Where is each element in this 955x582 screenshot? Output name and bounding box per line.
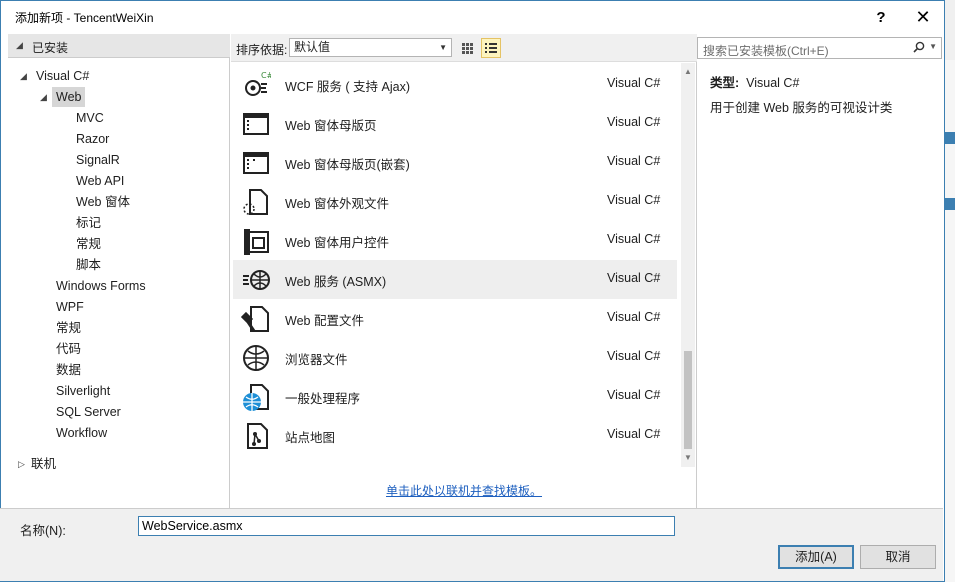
cancel-button[interactable]: 取消 — [860, 545, 936, 569]
tree-item[interactable]: WPF — [56, 297, 84, 317]
close-button[interactable]: ✕ — [905, 5, 941, 29]
template-row[interactable]: Web 配置文件 Visual C# — [233, 299, 677, 338]
tree-item[interactable]: MVC — [76, 108, 104, 128]
template-name: Web 窗体外观文件 — [285, 197, 389, 211]
grid-view-icon — [461, 42, 473, 54]
nested-master-page-icon — [243, 152, 269, 174]
template-row[interactable]: Web 窗体外观文件 Visual C# — [233, 182, 677, 221]
tree-item[interactable]: 标记 — [76, 213, 101, 233]
window-title: 添加新项 - TencentWeiXin — [15, 11, 154, 25]
chevron-down-icon[interactable]: ▼ — [929, 42, 937, 51]
tree-item[interactable]: Razor — [76, 129, 109, 149]
tree-item[interactable]: 常规 — [76, 234, 101, 254]
sort-dropdown-value: 默认值 — [294, 40, 331, 54]
tree-item[interactable]: Web API — [76, 171, 124, 191]
template-name: Web 窗体母版页 — [285, 119, 377, 133]
collapse-triangle-icon[interactable]: ◢ — [20, 66, 27, 86]
tree-item[interactable]: 脚本 — [76, 255, 101, 275]
collapse-triangle-icon: ◢ — [16, 40, 23, 50]
browser-file-icon — [243, 345, 269, 371]
sort-label: 排序依据: — [236, 43, 288, 57]
tree-item[interactable]: SignalR — [76, 150, 120, 170]
title-bar: 添加新项 - TencentWeiXin ? ✕ — [1, 1, 944, 33]
small-icons-view-button[interactable] — [457, 38, 477, 58]
template-language: Visual C# — [607, 232, 661, 246]
list-view-button[interactable] — [481, 38, 501, 58]
template-name: 站点地图 — [285, 431, 336, 445]
template-list-scrollbar[interactable]: ▲ ▼ — [681, 63, 695, 467]
user-control-icon — [244, 229, 269, 255]
tree-item[interactable]: Workflow — [56, 423, 107, 443]
collapse-triangle-icon[interactable]: ◢ — [40, 87, 47, 107]
name-field[interactable] — [138, 516, 675, 536]
online-templates-link[interactable]: 单击此处以联机并查找模板。 — [386, 482, 542, 499]
tree-item[interactable]: Silverlight — [56, 381, 110, 401]
svg-text:C#: C# — [261, 71, 271, 80]
template-row[interactable]: Web 窗体母版页 Visual C# — [233, 104, 677, 143]
tree-item[interactable]: Visual C# — [36, 66, 89, 86]
web-service-icon — [243, 270, 270, 290]
template-row[interactable]: 一般处理程序 Visual C# — [233, 377, 677, 416]
template-row[interactable]: Web 窗体母版页(嵌套) Visual C# — [233, 143, 677, 182]
skin-file-icon — [243, 189, 268, 215]
template-row[interactable]: 站点地图 Visual C# — [233, 416, 677, 455]
template-list: C# WCF 服务 ( 支持 Ajax) Visual C# Web 窗体母版页 Vis… — [231, 62, 697, 508]
expand-triangle-icon: ▷ — [18, 459, 25, 469]
template-row[interactable]: Web 窗体用户控件 Visual C# — [233, 221, 677, 260]
search-placeholder: 搜索已安装模板(Ctrl+E) — [703, 44, 829, 58]
master-page-icon — [243, 113, 269, 135]
chevron-down-icon: ▼ — [439, 43, 447, 52]
template-language: Visual C# — [607, 271, 661, 285]
template-language: Visual C# — [607, 388, 661, 402]
search-input[interactable]: 搜索已安装模板(Ctrl+E) ▼ — [697, 37, 942, 59]
help-button[interactable]: ? — [863, 5, 899, 29]
template-language: Visual C# — [607, 193, 661, 207]
installed-header[interactable]: ◢ 已安装 — [8, 34, 230, 58]
sort-toolbar: 排序依据: 默认值 ▼ — [231, 34, 697, 62]
search-icon — [913, 41, 925, 53]
template-language: Visual C# — [607, 349, 661, 363]
template-language: Visual C# — [607, 427, 661, 441]
name-label: 名称(N): — [20, 524, 66, 538]
tree-item[interactable]: Web 窗体 — [76, 192, 130, 212]
generic-handler-icon — [243, 384, 269, 411]
list-view-icon — [485, 42, 497, 54]
scrollbar-thumb[interactable] — [684, 351, 692, 449]
template-name: Web 配置文件 — [285, 314, 364, 328]
template-name: Web 窗体用户控件 — [285, 236, 389, 250]
wcf-service-icon: C# — [245, 71, 271, 96]
template-type: 类型: Visual C# — [710, 76, 800, 90]
template-name: Web 窗体母版页(嵌套) — [285, 158, 410, 172]
template-row[interactable]: Web 服务 (ASMX) Visual C# — [233, 260, 677, 299]
tree-item[interactable]: 数据 — [56, 360, 81, 380]
template-row[interactable]: C# WCF 服务 ( 支持 Ajax) Visual C# — [233, 65, 677, 104]
sort-dropdown[interactable]: 默认值 ▼ — [289, 38, 452, 57]
template-name: 浏览器文件 — [285, 353, 348, 367]
tree-item[interactable]: 代码 — [56, 339, 81, 359]
bottom-bar: 名称(N): 添加(A) 取消 — [0, 508, 943, 581]
tree-item[interactable]: SQL Server — [56, 402, 121, 422]
template-description: 用于创建 Web 服务的可视设计类 — [710, 101, 893, 115]
template-row[interactable]: 浏览器文件 Visual C# — [233, 338, 677, 377]
config-file-icon — [241, 306, 269, 332]
add-button[interactable]: 添加(A) — [778, 545, 854, 569]
tree-item[interactable]: Windows Forms — [56, 276, 146, 296]
sitemap-icon — [247, 423, 268, 449]
tree-item[interactable]: 常规 — [56, 318, 81, 338]
scroll-down-icon[interactable]: ▼ — [681, 451, 695, 465]
template-name: 一般处理程序 — [285, 392, 361, 406]
template-language: Visual C# — [607, 310, 661, 324]
template-details: 类型: Visual C# 用于创建 Web 服务的可视设计类 — [698, 62, 942, 508]
tree-item[interactable]: Web — [52, 87, 86, 107]
scroll-up-icon[interactable]: ▲ — [681, 65, 695, 79]
template-category-tree: ◢ 已安装 ◢ Visual C# ◢ Web MVC Razor SignalR Web A… — [8, 34, 230, 508]
template-language: Visual C# — [607, 115, 661, 129]
template-name: WCF 服务 ( 支持 Ajax) — [285, 80, 410, 94]
template-language: Visual C# — [607, 76, 661, 90]
template-name: Web 服务 (ASMX) — [285, 275, 387, 289]
tree-item-online[interactable]: ▷ 联机 — [8, 454, 230, 474]
template-language: Visual C# — [607, 154, 661, 168]
